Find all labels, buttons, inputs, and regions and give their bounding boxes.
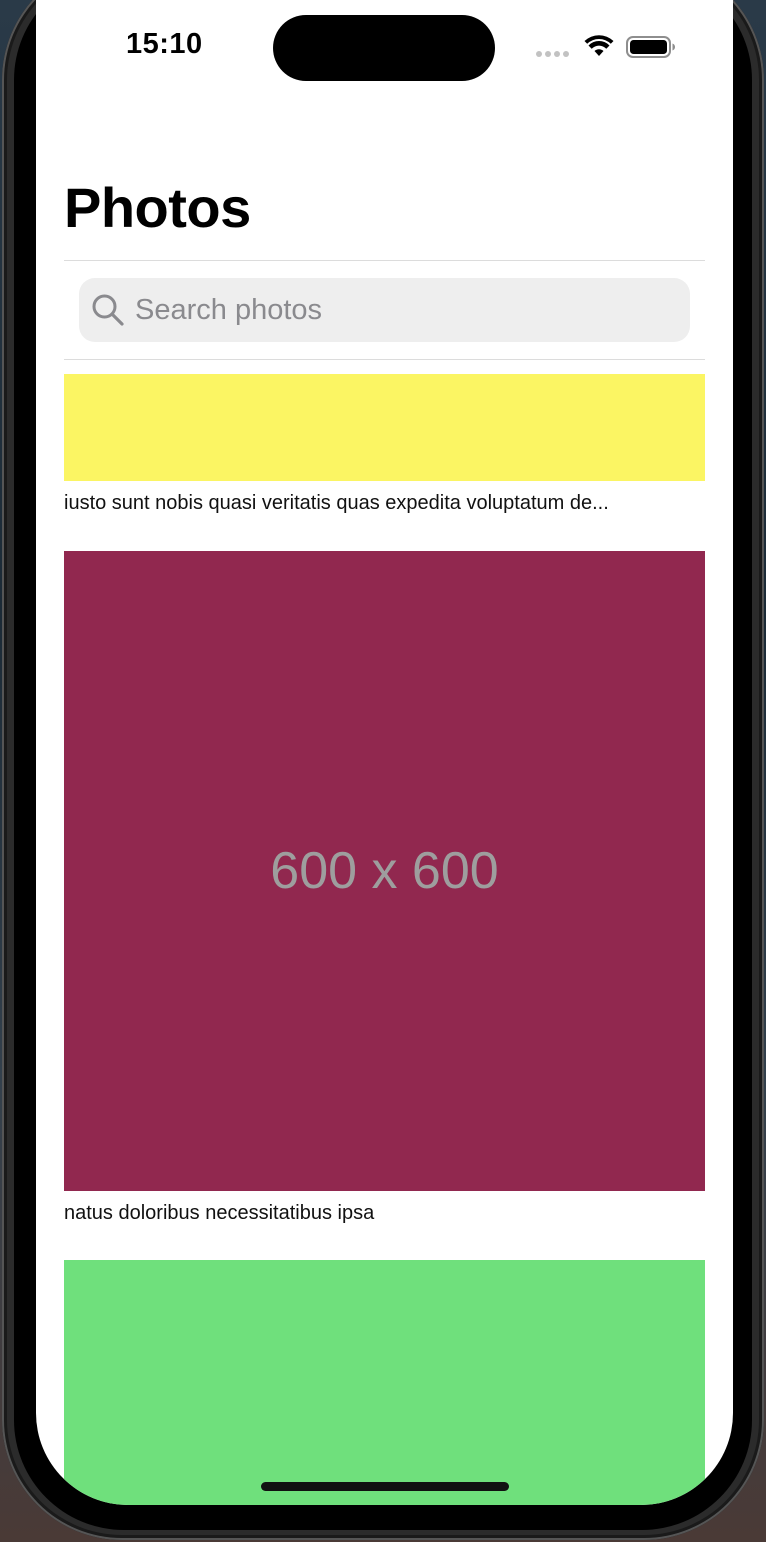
phone-screen: 15:10 Photos iusto sunt nobi [36, 0, 733, 1505]
dynamic-island [273, 15, 495, 81]
photo-item[interactable] [64, 1260, 705, 1505]
status-bar: 15:10 [36, 0, 733, 100]
search-input[interactable] [135, 278, 675, 342]
search-bar[interactable] [79, 278, 690, 342]
divider [64, 359, 705, 360]
home-indicator[interactable] [261, 1482, 509, 1491]
battery-icon [626, 36, 675, 58]
photo-item[interactable]: 600 x 600 natus doloribus necessitatibus… [64, 551, 705, 1225]
page-title: Photos [64, 176, 251, 239]
photo-thumbnail[interactable] [64, 374, 705, 481]
photo-thumbnail[interactable]: 600 x 600 [64, 551, 705, 1191]
photo-caption: iusto sunt nobis quasi veritatis quas ex… [64, 492, 609, 514]
photo-item[interactable]: iusto sunt nobis quasi veritatis quas ex… [64, 374, 705, 515]
status-time: 15:10 [126, 28, 203, 60]
cellular-signal-icon [536, 51, 570, 57]
photo-thumbnail[interactable] [64, 1260, 705, 1505]
photo-caption: natus doloribus necessitatibus ipsa [64, 1202, 375, 1224]
photo-placeholder-label: 600 x 600 [270, 842, 499, 900]
divider [64, 260, 705, 261]
search-icon [92, 294, 124, 326]
wifi-icon [584, 35, 614, 56]
